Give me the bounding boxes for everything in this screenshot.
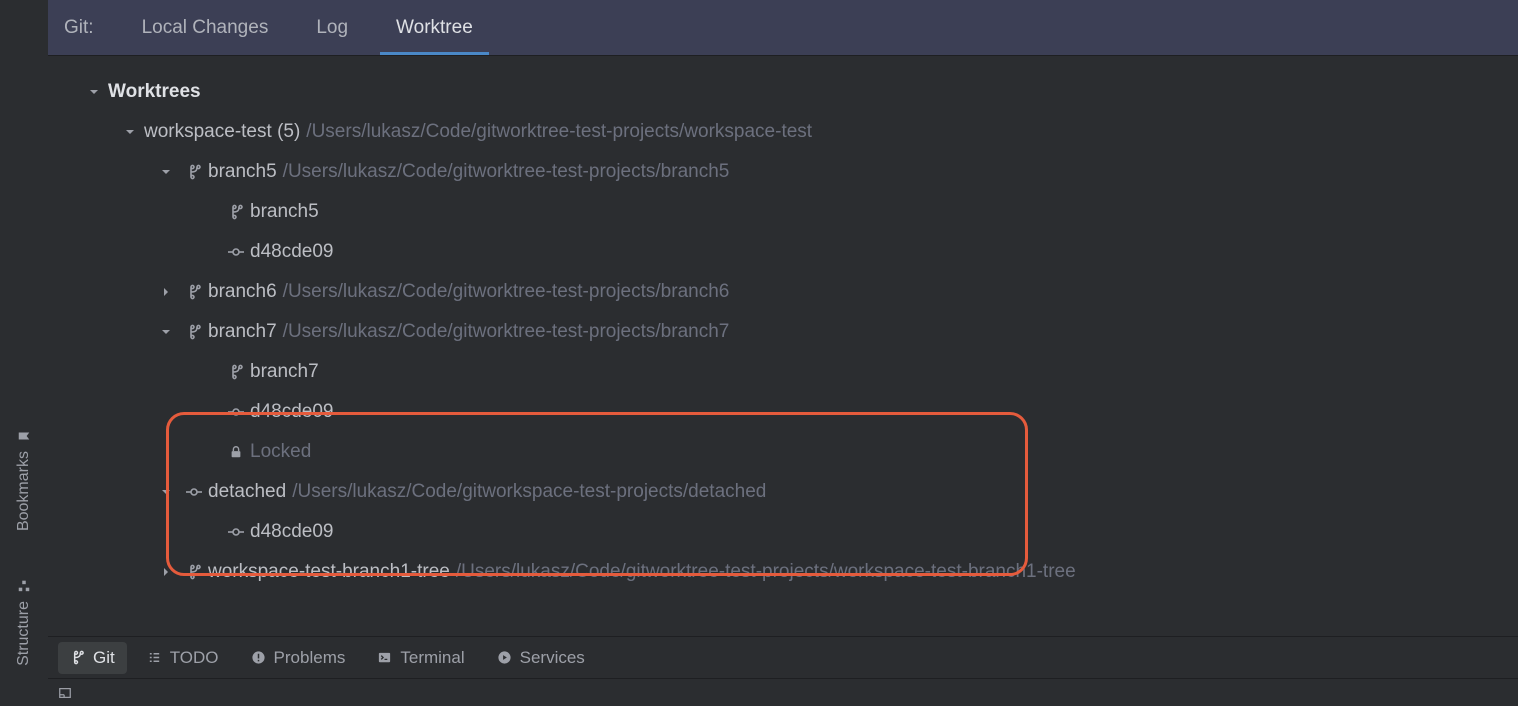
tab-local-changes[interactable]: Local Changes	[118, 0, 293, 55]
play-icon	[497, 650, 512, 665]
side-tab-structure[interactable]: Structure	[11, 567, 37, 678]
tree-workspace[interactable]: workspace-test (5) /Users/lukasz/Code/gi…	[48, 112, 1518, 152]
list-icon	[147, 650, 162, 665]
branch-icon	[180, 284, 208, 300]
tab-worktree[interactable]: Worktree	[372, 0, 497, 55]
branch-icon	[222, 364, 250, 380]
alert-icon	[251, 650, 266, 665]
commit-hash: d48cde09	[250, 241, 333, 263]
bottom-tool-bar: Git TODO Problems Terminal Services	[48, 636, 1518, 678]
worktree-commit-row[interactable]: d48cde09	[48, 392, 1518, 432]
chevron-down-icon	[152, 486, 180, 498]
worktree-name: branch6	[208, 281, 277, 303]
bottom-tab-problems[interactable]: Problems	[239, 642, 358, 674]
worktree-path: /Users/lukasz/Code/gitworktree-test-proj…	[283, 161, 730, 183]
commit-icon	[222, 524, 250, 540]
worktree-branch-row[interactable]: branch7	[48, 352, 1518, 392]
commit-icon	[222, 244, 250, 260]
worktree-name: detached	[208, 481, 286, 503]
locked-label: Locked	[250, 441, 311, 463]
worktree-commit-row[interactable]: d48cde09	[48, 512, 1518, 552]
bottom-tab-git[interactable]: Git	[58, 642, 127, 674]
bookmark-icon	[17, 429, 31, 443]
workspace-name: workspace-test	[144, 121, 272, 143]
worktree-locked-row[interactable]: Locked	[48, 432, 1518, 472]
commit-icon	[180, 484, 208, 500]
tree-root-label: Worktrees	[108, 81, 201, 103]
commit-icon	[222, 404, 250, 420]
branch-icon	[180, 324, 208, 340]
worktree-name: branch5	[208, 161, 277, 183]
worktree-path: /Users/lukasz/Code/gitworktree-test-proj…	[456, 561, 1076, 583]
tree-root[interactable]: Worktrees	[48, 72, 1518, 112]
chevron-down-icon	[80, 86, 108, 98]
chevron-down-icon	[152, 326, 180, 338]
window-icon[interactable]	[58, 686, 72, 700]
worktree-path: /Users/lukasz/Code/gitworktree-test-proj…	[283, 281, 730, 303]
bottom-tab-services[interactable]: Services	[485, 642, 597, 674]
terminal-icon	[377, 650, 392, 665]
side-tab-bookmarks[interactable]: Bookmarks	[11, 417, 37, 543]
branch-icon	[180, 164, 208, 180]
worktree-name: workspace-test-branch1-tree	[208, 561, 450, 583]
chevron-down-icon	[116, 126, 144, 138]
chevron-right-icon	[152, 566, 180, 578]
side-tab-label: Bookmarks	[15, 451, 33, 531]
worktree-item-branch5[interactable]: branch5 /Users/lukasz/Code/gitworktree-t…	[48, 152, 1518, 192]
workspace-path: /Users/lukasz/Code/gitworktree-test-proj…	[306, 121, 812, 143]
worktree-item-detached[interactable]: detached /Users/lukasz/Code/gitworkspace…	[48, 472, 1518, 512]
worktree-panel: Worktrees workspace-test (5) /Users/luka…	[48, 56, 1518, 636]
side-tab-label: Structure	[15, 601, 33, 666]
chevron-right-icon	[152, 286, 180, 298]
commit-hash: d48cde09	[250, 521, 333, 543]
lock-icon	[222, 445, 250, 459]
git-tool-window-tabs: Git: Local Changes Log Worktree	[48, 0, 1518, 56]
tab-log[interactable]: Log	[292, 0, 372, 55]
worktree-path: /Users/lukasz/Code/gitworkspace-test-pro…	[292, 481, 766, 503]
worktree-path: /Users/lukasz/Code/gitworktree-test-proj…	[283, 321, 730, 343]
branch-icon	[222, 204, 250, 220]
branch-name: branch5	[250, 201, 319, 223]
commit-hash: d48cde09	[250, 401, 333, 423]
worktree-item-branch1-tree[interactable]: workspace-test-branch1-tree /Users/lukas…	[48, 552, 1518, 592]
side-rail: Bookmarks Structure	[0, 0, 48, 706]
structure-icon	[17, 579, 31, 593]
branch-icon	[70, 650, 85, 665]
bottom-tab-terminal[interactable]: Terminal	[365, 642, 476, 674]
worktree-item-branch7[interactable]: branch7 /Users/lukasz/Code/gitworktree-t…	[48, 312, 1518, 352]
branch-name: branch7	[250, 361, 319, 383]
worktree-item-branch6[interactable]: branch6 /Users/lukasz/Code/gitworktree-t…	[48, 272, 1518, 312]
branch-icon	[180, 564, 208, 580]
section-label: Git:	[64, 17, 94, 39]
worktree-name: branch7	[208, 321, 277, 343]
worktree-commit-row[interactable]: d48cde09	[48, 232, 1518, 272]
chevron-down-icon	[152, 166, 180, 178]
bottom-tab-todo[interactable]: TODO	[135, 642, 231, 674]
worktree-branch-row[interactable]: branch5	[48, 192, 1518, 232]
status-bar	[48, 678, 1518, 706]
